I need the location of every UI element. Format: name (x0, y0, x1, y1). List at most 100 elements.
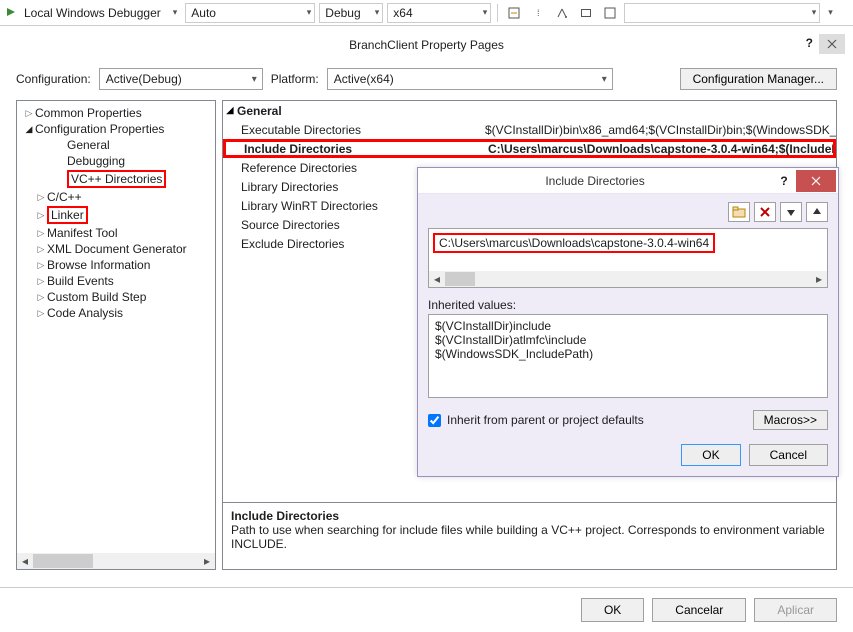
inherit-checkbox[interactable] (428, 414, 441, 427)
expand-icon[interactable]: ▷ (23, 108, 35, 119)
tree-item[interactable]: ▷Common Properties (17, 105, 215, 121)
help-button[interactable]: ? (806, 36, 813, 50)
tree-item[interactable]: ▷Linker (17, 205, 215, 225)
expand-icon[interactable]: ▷ (35, 292, 47, 303)
property-row[interactable]: Include DirectoriesC:\Users\marcus\Downl… (223, 139, 836, 158)
play-icon[interactable] (6, 6, 16, 20)
scroll-right-icon[interactable]: ▸ (811, 271, 827, 287)
main-toolbar: Local Windows Debugger ▾ Auto Debug x64 … (0, 0, 853, 26)
delete-button[interactable] (754, 202, 776, 222)
tree-item[interactable]: ▷Custom Build Step (17, 289, 215, 305)
tree-item-label: XML Document Generator (47, 242, 187, 256)
scroll-right-icon[interactable]: ▸ (199, 553, 215, 569)
platform-label: Platform: (271, 72, 319, 86)
inherited-value: $(VCInstallDir)include (435, 319, 821, 333)
ok-button[interactable]: OK (581, 598, 644, 622)
toolbar-icon-1[interactable] (504, 3, 524, 23)
tree-hscrollbar[interactable]: ◂ ▸ (17, 553, 215, 569)
expand-icon[interactable]: ▷ (35, 228, 47, 239)
dialog-titlebar: BranchClient Property Pages ? (0, 26, 853, 58)
expand-icon[interactable]: ▷ (35, 192, 47, 203)
popup-toolbar (428, 202, 828, 222)
property-key: Executable Directories (223, 123, 485, 137)
scroll-thumb[interactable] (445, 272, 475, 286)
dialog-button-row: OK Cancelar Aplicar (0, 587, 853, 632)
debugger-label[interactable]: Local Windows Debugger (20, 6, 165, 20)
platform-combo[interactable]: Active(x64) (327, 68, 613, 90)
apply-button[interactable]: Aplicar (754, 598, 837, 622)
expand-icon[interactable]: ▷ (35, 308, 47, 319)
tree-item[interactable]: ▷Code Analysis (17, 305, 215, 321)
desc-text: Path to use when searching for include f… (231, 523, 828, 551)
directories-list[interactable]: C:\Users\marcus\Downloads\capstone-3.0.4… (428, 228, 828, 288)
tree-item[interactable]: General (17, 137, 215, 153)
desc-title: Include Directories (231, 509, 828, 523)
tree-item-label: Build Events (47, 274, 114, 288)
expand-icon[interactable]: ▷ (35, 276, 47, 287)
include-directories-dialog: Include Directories ? C:\Users\marcus\Do… (417, 167, 839, 477)
tree-item[interactable]: VC++ Directories (17, 169, 215, 189)
tree-item-label: Linker (47, 206, 88, 224)
combo-config[interactable]: Debug (319, 3, 383, 23)
cancel-button[interactable]: Cancelar (652, 598, 746, 622)
move-up-button[interactable] (806, 202, 828, 222)
expand-icon[interactable]: ▷ (35, 244, 47, 255)
tree-item-label: General (67, 138, 110, 152)
property-row[interactable]: Executable Directories$(VCInstallDir)bin… (223, 120, 836, 139)
combo-arch[interactable]: x64 (387, 3, 491, 23)
directory-entry[interactable]: C:\Users\marcus\Downloads\capstone-3.0.4… (433, 233, 715, 253)
inherit-label: Inherit from parent or project defaults (447, 413, 644, 427)
expand-icon[interactable]: ▷ (35, 210, 47, 221)
inherited-value: $(VCInstallDir)atlmfc\include (435, 333, 821, 347)
tree-item[interactable]: ▷C/C++ (17, 189, 215, 205)
toolbar-overflow[interactable]: ▾ (824, 7, 837, 18)
expand-icon[interactable]: ◢ (23, 124, 35, 135)
inherited-values-list: $(VCInstallDir)include$(VCInstallDir)atl… (428, 314, 828, 398)
separator (497, 4, 498, 22)
combo-auto[interactable]: Auto (185, 3, 315, 23)
scroll-left-icon[interactable]: ◂ (17, 553, 33, 569)
tree-item[interactable]: Debugging (17, 153, 215, 169)
popup-help-button[interactable]: ? (772, 174, 796, 188)
scroll-left-icon[interactable]: ◂ (429, 271, 445, 287)
scroll-thumb[interactable] (33, 554, 93, 568)
popup-title-text: Include Directories (418, 174, 772, 188)
tree-item-label: Custom Build Step (47, 290, 146, 304)
property-value[interactable]: $(VCInstallDir)bin\x86_amd64;$(VCInstall… (485, 123, 836, 137)
popup-titlebar: Include Directories ? (418, 168, 838, 194)
tree-item[interactable]: ◢Configuration Properties (17, 121, 215, 137)
tree-item[interactable]: ▷Build Events (17, 273, 215, 289)
popup-close-button[interactable] (796, 170, 836, 192)
toolbar-icon-5[interactable] (600, 3, 620, 23)
tree-item[interactable]: ▷Manifest Tool (17, 225, 215, 241)
toolbar-icon-3[interactable] (552, 3, 572, 23)
property-value[interactable]: C:\Users\marcus\Downloads\capstone-3.0.4… (488, 142, 833, 156)
macros-button[interactable]: Macros>> (753, 410, 828, 430)
tree-item-label: C/C++ (47, 190, 82, 204)
move-down-button[interactable] (780, 202, 802, 222)
configuration-manager-button[interactable]: Configuration Manager... (680, 68, 837, 90)
tree-item-label: VC++ Directories (67, 170, 166, 188)
popup-hscrollbar[interactable]: ◂ ▸ (429, 271, 827, 287)
tree-item[interactable]: ▷XML Document Generator (17, 241, 215, 257)
popup-ok-button[interactable]: OK (681, 444, 740, 466)
toolbar-icon-4[interactable] (576, 3, 596, 23)
close-button[interactable] (819, 34, 845, 54)
configuration-combo[interactable]: Active(Debug) (99, 68, 263, 90)
property-description: Include Directories Path to use when sea… (223, 502, 836, 569)
config-row: Configuration: Active(Debug) Platform: A… (0, 58, 853, 100)
combo-empty[interactable] (624, 3, 820, 23)
collapse-icon[interactable]: ◢ (223, 105, 237, 116)
toolbar-icon-2[interactable]: ⁞ (528, 3, 548, 23)
tree-item[interactable]: ▷Browse Information (17, 257, 215, 273)
popup-cancel-button[interactable]: Cancel (749, 444, 828, 466)
tree-item-label: Debugging (67, 154, 125, 168)
grid-section-header[interactable]: ◢ General (223, 101, 836, 120)
dropdown-caret[interactable]: ▾ (169, 7, 182, 18)
property-tree[interactable]: ▷Common Properties◢Configuration Propert… (16, 100, 216, 570)
expand-icon[interactable]: ▷ (35, 260, 47, 271)
property-key: Include Directories (226, 142, 488, 156)
new-folder-button[interactable] (728, 202, 750, 222)
inherited-value: $(WindowsSDK_IncludePath) (435, 347, 821, 361)
configuration-label: Configuration: (16, 72, 91, 86)
